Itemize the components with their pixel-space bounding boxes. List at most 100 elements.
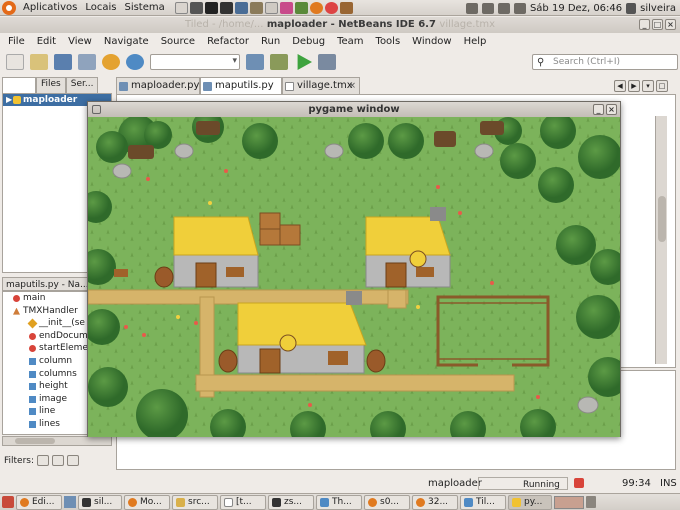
network-status-icon[interactable] bbox=[481, 2, 494, 14]
network-icon[interactable] bbox=[294, 1, 308, 14]
house-left bbox=[173, 216, 259, 288]
menu-system[interactable]: Sistema bbox=[120, 2, 168, 13]
menu-places[interactable]: Locais bbox=[81, 2, 120, 13]
barrel bbox=[154, 266, 174, 288]
configuration-combo[interactable] bbox=[150, 54, 240, 70]
tools-icon[interactable] bbox=[339, 1, 353, 14]
workspace-switcher[interactable] bbox=[554, 495, 584, 509]
task-terminal[interactable]: sil... bbox=[78, 494, 122, 510]
menu-refactor[interactable]: Refactor bbox=[201, 36, 255, 47]
navigator-item-label: line bbox=[39, 406, 56, 417]
menu-edit[interactable]: Edit bbox=[31, 36, 62, 47]
close-tab-icon[interactable]: × bbox=[348, 78, 356, 94]
menu-file[interactable]: File bbox=[2, 36, 31, 47]
paint-icon[interactable] bbox=[279, 1, 293, 14]
task-label: Th... bbox=[332, 496, 352, 507]
debug-icon[interactable] bbox=[318, 54, 336, 70]
close-button[interactable]: × bbox=[665, 19, 676, 30]
monitor-icon[interactable] bbox=[234, 1, 248, 14]
task-firefox[interactable]: Edi... bbox=[16, 494, 62, 510]
task-editor[interactable]: [t... bbox=[220, 494, 266, 510]
pygame-window[interactable]: pygame window _ × bbox=[87, 101, 621, 437]
terminal-icon[interactable] bbox=[219, 1, 233, 14]
navigator-item-label: main bbox=[23, 293, 46, 303]
clean-build-icon[interactable] bbox=[270, 54, 288, 70]
tab-navigation: ◀ ▶ ▾ □ bbox=[614, 80, 668, 92]
menu-run[interactable]: Run bbox=[255, 36, 286, 47]
status-project: maploader bbox=[428, 478, 482, 489]
clock[interactable]: Sáb 19 Dez, 06:46 bbox=[530, 3, 622, 14]
task-s0[interactable]: s0... bbox=[364, 494, 410, 510]
navigator-horizontal-scrollbar[interactable] bbox=[2, 436, 112, 446]
menu-help[interactable]: Help bbox=[458, 36, 493, 47]
menu-tools[interactable]: Tools bbox=[370, 36, 407, 47]
maximize-editor-icon[interactable]: □ bbox=[656, 80, 668, 92]
calculator-icon[interactable] bbox=[189, 1, 203, 14]
expand-arrow-icon[interactable]: ▶ bbox=[6, 94, 12, 106]
task-label: src... bbox=[188, 496, 210, 507]
show-desktop-icon[interactable] bbox=[2, 496, 14, 508]
new-project-icon[interactable] bbox=[30, 54, 48, 70]
filter-show-static-icon[interactable] bbox=[52, 455, 65, 466]
microphone-icon[interactable] bbox=[465, 2, 478, 14]
undo-icon[interactable] bbox=[102, 54, 120, 70]
mail-icon[interactable] bbox=[174, 1, 188, 14]
task-thunderbird[interactable]: Th... bbox=[316, 494, 362, 510]
menu-source[interactable]: Source bbox=[155, 36, 201, 47]
maximize-button[interactable]: □ bbox=[652, 19, 663, 30]
navigator-item-label: endDocum bbox=[39, 330, 88, 341]
tab-projects[interactable] bbox=[2, 77, 36, 93]
task-mozilla[interactable]: Mo... bbox=[124, 494, 170, 510]
scroll-right-icon[interactable]: ▶ bbox=[628, 80, 640, 92]
run-icon[interactable] bbox=[297, 54, 312, 70]
minimize-button[interactable]: _ bbox=[639, 19, 650, 30]
menu-debug[interactable]: Debug bbox=[286, 36, 331, 47]
save-all-icon[interactable] bbox=[78, 54, 96, 70]
task-tiled[interactable]: Til... bbox=[460, 494, 506, 510]
user-name[interactable]: silveira bbox=[640, 3, 676, 14]
menu-applications[interactable]: Aplicativos bbox=[19, 2, 81, 13]
menu-view[interactable]: View bbox=[62, 36, 98, 47]
task-src[interactable]: src... bbox=[172, 494, 218, 510]
tab-maploader-py[interactable]: maploader.py bbox=[116, 77, 200, 94]
trash-icon[interactable] bbox=[586, 496, 596, 508]
new-file-icon[interactable] bbox=[6, 54, 24, 70]
open-project-icon[interactable] bbox=[54, 54, 72, 70]
run-progress[interactable]: Running bbox=[478, 477, 568, 490]
search-field[interactable]: ⚲ Search (Ctrl+I) bbox=[532, 54, 678, 70]
tab-services[interactable]: Ser... bbox=[65, 77, 99, 93]
mail-indicator-icon[interactable] bbox=[497, 2, 510, 14]
tab-maputils-py[interactable]: maputils.py bbox=[200, 77, 282, 94]
pygame-close-button[interactable]: × bbox=[606, 104, 617, 115]
tab-files[interactable]: Files bbox=[36, 77, 66, 93]
build-icon[interactable] bbox=[246, 54, 264, 70]
task-pygame[interactable]: py... bbox=[508, 494, 552, 510]
task-label: Mo... bbox=[140, 496, 162, 507]
pygame-minimize-button[interactable]: _ bbox=[593, 104, 604, 115]
volume-icon[interactable] bbox=[513, 2, 526, 14]
menu-window[interactable]: Window bbox=[406, 36, 457, 47]
fence-gate bbox=[478, 361, 512, 369]
firefox-icon[interactable] bbox=[309, 1, 323, 14]
filter-show-inherited-icon[interactable] bbox=[67, 455, 80, 466]
editor-tabs: maploader.py maputils.py village.tmx × bbox=[116, 77, 676, 94]
tab-list-icon[interactable]: ▾ bbox=[642, 80, 654, 92]
task-zs[interactable]: zs... bbox=[268, 494, 314, 510]
redo-icon[interactable] bbox=[126, 54, 144, 70]
cube-icon[interactable] bbox=[64, 496, 76, 508]
menu-team[interactable]: Team bbox=[331, 36, 369, 47]
editor-icon[interactable] bbox=[264, 1, 278, 14]
window-menu-icon[interactable] bbox=[92, 105, 101, 114]
gimp-icon[interactable] bbox=[249, 1, 263, 14]
chrome-icon[interactable] bbox=[324, 1, 338, 14]
scroll-left-icon[interactable]: ◀ bbox=[614, 80, 626, 92]
task-32[interactable]: 32... bbox=[412, 494, 458, 510]
filter-show-fields-icon[interactable] bbox=[37, 455, 50, 466]
menu-navigate[interactable]: Navigate bbox=[98, 36, 155, 47]
tab-village-tmx[interactable]: village.tmx × bbox=[282, 77, 360, 94]
cancel-run-icon[interactable] bbox=[574, 478, 584, 488]
ubuntu-logo-icon[interactable] bbox=[2, 0, 16, 15]
inkscape-icon[interactable] bbox=[204, 1, 218, 14]
editor-vertical-scrollbar[interactable] bbox=[655, 116, 667, 364]
game-canvas[interactable] bbox=[88, 117, 620, 437]
